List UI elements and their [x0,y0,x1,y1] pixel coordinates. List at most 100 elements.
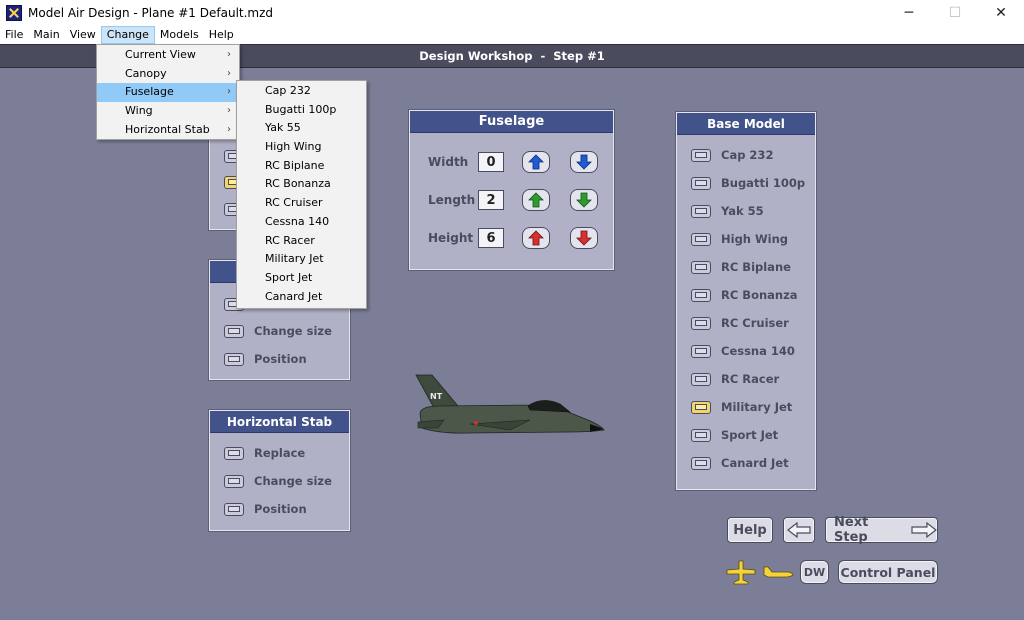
fuselage-submenu-item[interactable]: Cessna 140 [237,213,366,232]
menu-change[interactable]: Change [100,26,155,44]
fuselage-submenu-item[interactable]: Yak 55 [237,119,366,138]
height-label: Height [428,231,474,245]
plane-side-view-icon[interactable] [762,563,794,581]
change-menu-item[interactable]: Canopy › [97,65,239,84]
base-model-item[interactable]: RC Racer [691,370,779,388]
fuselage-submenu-item[interactable]: RC Cruiser [237,194,366,213]
option-label: RC Cruiser [721,316,789,330]
width-up-button[interactable] [522,151,550,173]
width-down-button[interactable] [570,151,598,173]
base-model-item[interactable]: Yak 55 [691,202,764,220]
length-value: 2 [478,190,504,210]
fuselage-panel: Fuselage Width 0 Length 2 Height 6 [409,110,614,270]
option-label: Sport Jet [721,428,779,442]
option-checkbox[interactable] [691,316,711,330]
option-checkbox[interactable] [224,474,244,488]
menu-item-label: Current View [125,48,196,61]
fuselage-submenu-item[interactable]: Cap 232 [237,82,366,101]
menu-view[interactable]: View [65,26,101,44]
option-checkbox[interactable] [691,344,711,358]
aircraft-preview: NT [415,374,605,434]
height-value: 6 [478,228,504,248]
hstab-position[interactable]: Position [224,500,307,518]
option-label: Change size [254,474,332,488]
fuselage-submenu-item[interactable]: RC Racer [237,232,366,251]
chevron-right-icon: › [227,105,231,117]
plane-top-view-icon[interactable] [726,560,756,586]
base-model-item[interactable]: Canard Jet [691,454,789,472]
option-checkbox[interactable] [224,502,244,516]
menu-item-label: Horizontal Stab [125,122,210,136]
option-checkbox[interactable] [691,232,711,246]
base-model-item[interactable]: Cessna 140 [691,342,795,360]
base-model-item[interactable]: RC Bonanza [691,286,798,304]
maximize-icon[interactable]: ☐ [932,0,978,26]
height-down-button[interactable] [570,227,598,249]
option-checkbox[interactable] [691,372,711,386]
option-label: Yak 55 [721,204,764,218]
option-checkbox[interactable] [691,176,711,190]
base-model-item[interactable]: Sport Jet [691,426,778,444]
base-model-item[interactable]: RC Biplane [691,258,791,276]
help-button[interactable]: Help [727,517,773,543]
option-checkbox[interactable] [691,428,711,442]
option-checkbox[interactable] [224,352,244,366]
option-label: Bugatti 100p [721,176,806,190]
arrow-down-icon [576,154,592,170]
option-checkbox[interactable] [691,148,711,162]
fuselage-submenu-item[interactable]: Bugatti 100p [237,101,366,120]
hstab-replace[interactable]: Replace [224,444,305,462]
fuselage-submenu-item[interactable]: Canard Jet [237,288,366,307]
wing-position[interactable]: Position [224,350,307,368]
fuselage-submenu-item[interactable]: RC Biplane [237,157,366,176]
height-up-button[interactable] [522,227,550,249]
option-checkbox[interactable] [691,400,711,414]
fuselage-submenu-item[interactable]: RC Bonanza [237,175,366,194]
menu-item-label: Fuselage [125,85,174,99]
fuselage-submenu-item[interactable]: Military Jet [237,250,366,269]
arrow-up-icon [528,192,544,208]
menu-models[interactable]: Models [155,26,204,44]
arrow-down-icon [576,230,592,246]
base-model-item[interactable]: Cap 232 [691,146,773,164]
option-checkbox[interactable] [691,456,711,470]
base-model-item[interactable]: Bugatti 100p [691,174,805,192]
fuselage-submenu: Cap 232 Bugatti 100p Yak 55 High Wing RC Bip… [236,80,367,309]
fuselage-submenu-item[interactable]: High Wing [237,138,366,157]
next-step-label: Next Step [834,515,869,545]
change-menu-item[interactable]: Current View › [97,46,239,65]
control-panel-button[interactable]: Control Panel [838,560,938,584]
next-step-button[interactable]: Next Step [825,515,938,545]
fuselage-height-row: Height 6 [428,226,618,250]
dw-button[interactable]: DW [800,560,829,584]
base-model-item[interactable]: Military Jet [691,398,792,416]
menu-file[interactable]: File [0,26,28,44]
change-menu-item[interactable]: Wing › [97,102,239,121]
wing-change-size[interactable]: Change size [224,322,332,340]
option-checkbox[interactable] [691,288,711,302]
menu-help[interactable]: Help [204,26,239,44]
option-checkbox[interactable] [224,446,244,460]
base-model-item[interactable]: RC Cruiser [691,314,789,332]
change-menu-item[interactable]: Horizontal Stab › [97,121,239,140]
fuselage-submenu-item[interactable]: Sport Jet [237,269,366,288]
menu-main[interactable]: Main [28,26,64,44]
base-model-item[interactable]: High Wing [691,230,788,248]
length-up-button[interactable] [522,189,550,211]
option-checkbox[interactable] [691,260,711,274]
length-down-button[interactable] [570,189,598,211]
option-checkbox[interactable] [224,324,244,338]
length-label: Length [428,193,476,207]
close-icon[interactable]: ✕ [978,0,1024,26]
arrow-up-icon [528,230,544,246]
back-button[interactable] [783,517,815,543]
change-menu-item[interactable]: Fuselage › [97,83,239,103]
minimize-icon[interactable]: ─ [886,0,932,26]
hstab-change-size[interactable]: Change size [224,472,332,490]
menu-item-label: Wing [125,104,153,118]
width-value: 0 [478,152,504,172]
chevron-right-icon: › [227,86,231,98]
chevron-right-icon: › [227,67,231,79]
option-checkbox[interactable] [691,204,711,218]
arrow-right-icon [911,522,937,538]
